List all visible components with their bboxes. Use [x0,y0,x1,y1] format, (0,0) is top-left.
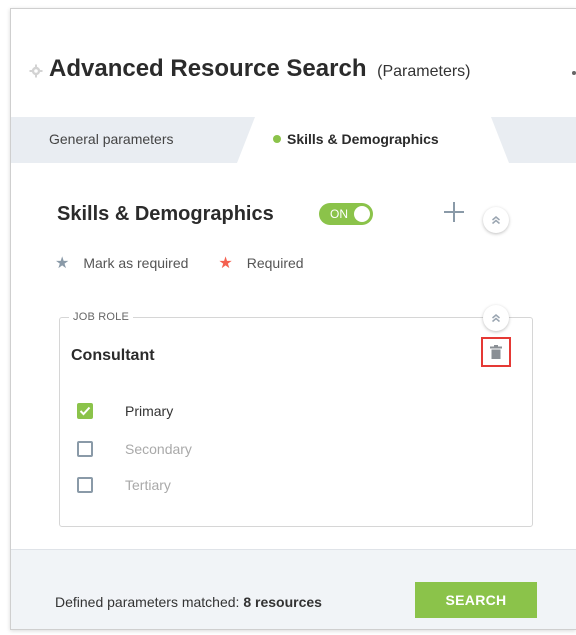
star-icon: ★ [55,255,70,272]
toggle-label: ON [330,207,348,221]
job-role-caption: JOB ROLE [69,311,134,323]
option-primary[interactable]: Primary [77,401,173,421]
delete-job-role-button[interactable] [481,337,511,367]
collapse-job-role-button[interactable] [483,305,509,331]
option-secondary[interactable]: Secondary [77,439,192,459]
active-dot-icon [273,135,281,143]
check-icon [79,406,91,416]
secondary-checkbox[interactable] [77,441,93,457]
search-panel: Advanced Resource Search (Parameters) Ge… [10,8,576,630]
panel-footer: Defined parameters matched: 8 resources … [11,549,576,629]
match-summary: Defined parameters matched: 8 resources [55,594,322,610]
page-title-text: Advanced Resource Search [49,55,367,82]
plus-icon[interactable] [443,201,465,223]
edge-marker [572,71,576,75]
section-title: Skills & Demographics [57,203,274,225]
match-summary-prefix: Defined parameters matched: [55,594,240,610]
tab-general-parameters[interactable]: General parameters [49,131,174,147]
match-count: 8 resources [243,594,322,610]
legend-mark-as-required: Mark as required [83,255,189,271]
required-star-icon: ★ [218,255,233,272]
page-title: Advanced Resource Search (Parameters) [49,55,471,83]
section-toggle[interactable]: ON [319,203,373,225]
toggle-knob [354,206,370,222]
page-subtitle: (Parameters) [377,63,471,80]
primary-checkbox[interactable] [77,403,93,419]
tab-bar: General parameters Skills & Demographics [11,117,576,163]
job-role-title: Consultant [71,347,155,364]
tab-skills-demographics-text: Skills & Demographics [287,131,439,147]
legend-required: Required [246,255,304,271]
search-button[interactable]: SEARCH [415,582,537,618]
tab-skills-demographics-label[interactable]: Skills & Demographics [273,131,439,147]
secondary-label: Secondary [125,441,192,457]
tertiary-label: Tertiary [125,477,171,493]
option-tertiary[interactable]: Tertiary [77,475,171,495]
required-legend: ★ Mark as required ★ Required [55,253,304,273]
trash-icon [490,345,502,359]
primary-label: Primary [125,403,174,419]
chevron-double-up-icon [492,216,500,225]
panel-header: Advanced Resource Search (Parameters) [11,9,576,117]
tertiary-checkbox[interactable] [77,477,93,493]
gear-icon[interactable] [29,64,43,78]
collapse-section-button[interactable] [483,207,509,233]
chevron-double-up-icon [492,314,500,323]
